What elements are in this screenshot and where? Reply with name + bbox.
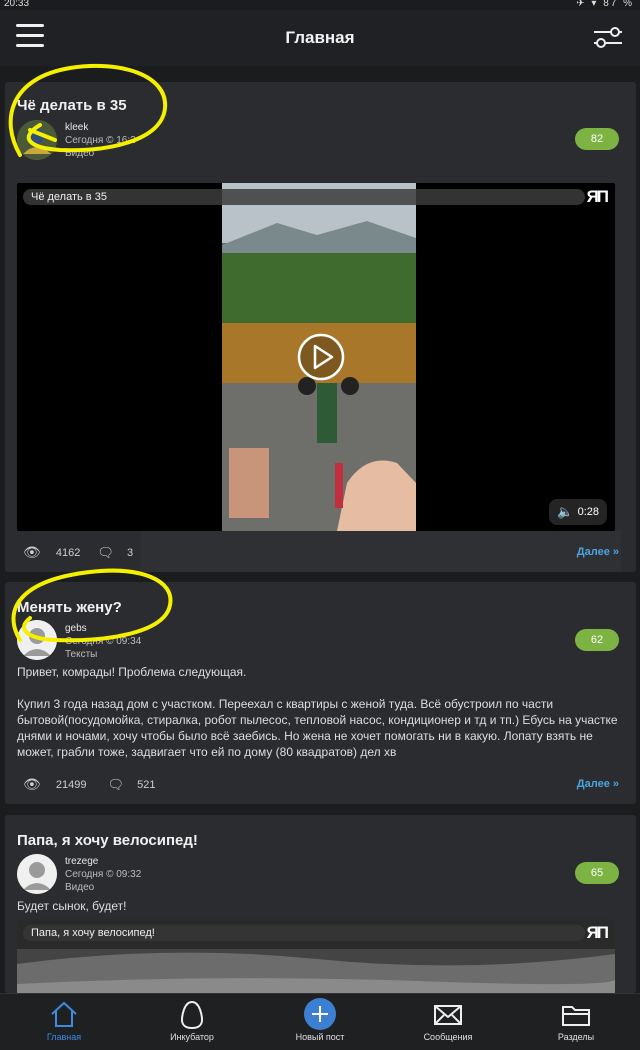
- views-count: 4162: [55, 546, 81, 559]
- post-type: Видео: [65, 882, 95, 893]
- video-duration: 0:28: [577, 506, 599, 518]
- page-title: Главная: [285, 28, 355, 47]
- home-icon: [51, 1001, 77, 1027]
- author-name[interactable]: kleek: [65, 121, 136, 134]
- post-title[interactable]: Папа, я хочу велосипед!: [17, 832, 198, 849]
- post-date: Сегодня © 09:34: [65, 636, 142, 647]
- video-title: Папа, я хочу велосипед!: [23, 925, 585, 941]
- avatar[interactable]: [17, 620, 57, 660]
- post-meta: trezege Сегодня © 09:32 Видео: [65, 855, 141, 894]
- status-bar: 20:33 ✈ ▾ 87 %: [0, 0, 640, 10]
- tab-label: Инкубатор: [170, 1032, 214, 1042]
- author-name[interactable]: trezege: [65, 855, 141, 868]
- post-stats: 👁 21499 🗨 521: [23, 776, 155, 793]
- tab-sections[interactable]: Разделы: [512, 994, 640, 1050]
- post-meta: kleek Сегодня © 16:2 Видео: [65, 121, 136, 160]
- status-time: 20:33: [4, 0, 30, 9]
- eye-icon: 👁: [23, 776, 41, 792]
- envelope-icon: [434, 1005, 462, 1025]
- plus-icon: [304, 998, 336, 1030]
- post-card[interactable]: Чё делать в 35 kleek Сегодня © 16:2 Виде…: [5, 82, 636, 572]
- comments-count[interactable]: 521: [137, 779, 155, 791]
- tab-messages[interactable]: Сообщения: [384, 994, 512, 1050]
- post-intro: Будет сынок, будет!: [17, 899, 127, 913]
- rating-badge[interactable]: 82: [575, 128, 619, 150]
- post-title[interactable]: Менять жену?: [17, 599, 122, 616]
- tab-home[interactable]: Главная: [0, 994, 128, 1050]
- video-duration-pill: 🔈 0:28: [549, 499, 607, 525]
- post-card[interactable]: Менять жену? gebs Сегодня © 09:34 Тексты…: [5, 582, 636, 804]
- battery-level: 87 %: [603, 0, 634, 9]
- volume-icon[interactable]: 🔈: [557, 499, 573, 525]
- post-type: Видео: [65, 148, 95, 159]
- app-bar: Главная: [0, 10, 640, 66]
- tab-incubator[interactable]: Инкубатор: [128, 994, 256, 1050]
- post-meta: gebs Сегодня © 09:34 Тексты: [65, 622, 141, 661]
- post-intro: Привет, комрады! Проблема следующая.: [17, 665, 247, 679]
- video-player[interactable]: Папа, я хочу велосипед! ЯП: [17, 919, 615, 993]
- avatar[interactable]: [17, 854, 57, 894]
- yp-logo: ЯП: [586, 187, 609, 206]
- more-link[interactable]: Далее »: [577, 546, 619, 558]
- views-count: 21499: [55, 778, 87, 791]
- post-body: Купил 3 года назад дом с участком. Перее…: [17, 697, 618, 759]
- egg-icon: [180, 1000, 204, 1030]
- post-type: Тексты: [65, 649, 98, 660]
- bottom-tab-bar: Главная Инкубатор Новый пост Сообщения Р…: [0, 993, 640, 1050]
- folder-icon: [562, 1006, 590, 1026]
- filter-icon[interactable]: [592, 24, 624, 50]
- tab-label: Главная: [46, 1032, 82, 1042]
- rating-badge[interactable]: 65: [575, 862, 619, 884]
- author-name[interactable]: gebs: [65, 622, 141, 635]
- tab-label: Новый пост: [295, 1032, 345, 1042]
- rating-badge[interactable]: 62: [575, 629, 619, 651]
- comment-icon[interactable]: 🗨: [108, 777, 125, 793]
- video-title: Чё делать в 35: [23, 189, 585, 205]
- post-card[interactable]: Папа, я хочу велосипед! trezege Сегодня …: [5, 815, 636, 993]
- progress-overlay: [141, 531, 621, 572]
- post-stats: 👁 4162 🗨 3: [23, 544, 133, 561]
- video-player[interactable]: Чё делать в 35 ЯП 🔈 0:28: [17, 183, 615, 531]
- avatar[interactable]: [17, 120, 57, 160]
- more-link[interactable]: Далее »: [577, 778, 619, 790]
- comments-count[interactable]: 3: [127, 547, 133, 559]
- play-button[interactable]: [295, 331, 347, 383]
- status-icons: ✈ ▾ 87 %: [576, 0, 634, 9]
- tab-label: Разделы: [557, 1032, 595, 1042]
- eye-icon: 👁: [23, 544, 41, 560]
- tab-label: Сообщения: [423, 1032, 473, 1042]
- tab-new-post[interactable]: Новый пост: [256, 994, 384, 1050]
- post-date: Сегодня © 16:2: [65, 135, 136, 146]
- yp-logo: ЯП: [586, 923, 609, 942]
- comment-icon[interactable]: 🗨: [97, 545, 114, 561]
- post-date: Сегодня © 09:32: [65, 869, 142, 880]
- post-title[interactable]: Чё делать в 35: [17, 97, 127, 114]
